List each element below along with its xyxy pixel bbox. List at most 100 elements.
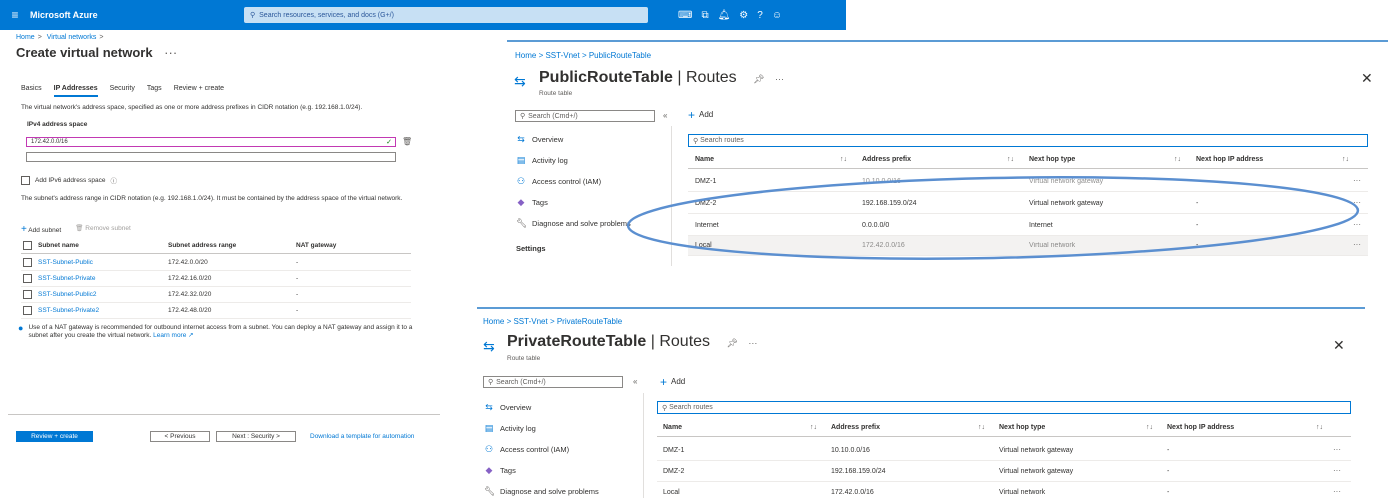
nat-gateway-value: -: [296, 259, 299, 266]
subnet-name-link[interactable]: SST-Subnet-Private: [38, 275, 95, 282]
collapse-menu-icon[interactable]: «: [663, 111, 667, 120]
subnet-name-link[interactable]: SST-Subnet-Private2: [38, 307, 99, 314]
sort-icon[interactable]: ↑↓: [1316, 424, 1323, 431]
address-prefix-column-header[interactable]: Address prefix: [831, 424, 880, 431]
tab-basics[interactable]: Basics: [21, 85, 42, 97]
nav-diagnose[interactable]: 🔧︎ Diagnose and solve problems: [484, 486, 599, 497]
plus-icon: +: [688, 107, 696, 122]
private-rt-title-section: | Routes: [646, 333, 711, 350]
tag-icon: ◆: [485, 465, 493, 475]
tab-tags[interactable]: Tags: [147, 85, 162, 97]
remove-subnet-button[interactable]: 🗑︎ Remove subnet: [75, 224, 131, 235]
panel-top-border: [507, 40, 1388, 42]
sort-icon[interactable]: ↑↓: [1007, 156, 1014, 163]
breadcrumb-private-route-table[interactable]: PrivateRouteTable: [557, 317, 622, 326]
global-search-input[interactable]: ⚲ Search resources, services, and docs (…: [244, 7, 648, 23]
tab-review-create[interactable]: Review + create: [174, 85, 224, 97]
next-hop-type-column-header[interactable]: Next hop type: [1029, 156, 1075, 163]
subnet-name-link[interactable]: SST-Subnet-Public: [38, 259, 93, 266]
more-options-icon[interactable]: ···: [775, 74, 784, 84]
nav-diagnose[interactable]: 🔧︎ Diagnose and solve problems: [516, 218, 631, 229]
next-hop-ip-column-header[interactable]: Next hop IP address: [1196, 156, 1263, 163]
cloud-shell-icon[interactable]: ⌨: [678, 10, 692, 21]
tab-ip-addresses[interactable]: IP Addresses: [53, 85, 98, 97]
row-checkbox[interactable]: [23, 274, 32, 283]
sort-icon[interactable]: ↑↓: [978, 424, 985, 431]
notifications-icon[interactable]: 🔔︎: [718, 10, 731, 21]
nav-overview[interactable]: ⇆ Overview: [484, 402, 531, 413]
hamburger-icon[interactable]: ≡: [0, 8, 30, 22]
nav-activity-log[interactable]: ▤ Activity log: [516, 155, 568, 166]
review-create-button[interactable]: Review + create: [16, 431, 93, 442]
subnet-name-link[interactable]: SST-Subnet-Public2: [38, 291, 97, 298]
add-subnet-button[interactable]: + Add subnet: [21, 224, 61, 235]
previous-button[interactable]: < Previous: [150, 431, 210, 442]
address-prefix-column-header[interactable]: Address prefix: [862, 156, 911, 163]
breadcrumb-sst-vnet[interactable]: SST-Vnet: [545, 51, 579, 60]
sort-icon[interactable]: ↑↓: [810, 424, 817, 431]
breadcrumb-home[interactable]: Home: [515, 51, 536, 60]
pin-icon[interactable]: 📌︎: [753, 74, 764, 84]
select-all-checkbox[interactable]: [23, 241, 32, 250]
remove-subnet-label: Remove subnet: [85, 225, 131, 232]
breadcrumb-home[interactable]: Home: [16, 34, 35, 41]
sort-icon[interactable]: ↑↓: [1146, 424, 1153, 431]
nav-overview[interactable]: ⇆ Overview: [516, 134, 563, 145]
sort-icon[interactable]: ↑↓: [1342, 156, 1349, 163]
next-security-button[interactable]: Next : Security >: [216, 431, 296, 442]
pin-icon[interactable]: 📌︎: [727, 338, 738, 348]
table-row: SST-Subnet-Private 172.42.16.0/20 -: [21, 272, 411, 287]
ipv4-address-input[interactable]: 172.42.0.0/16 ✓: [26, 137, 396, 147]
name-column-header[interactable]: Name: [695, 156, 714, 163]
ipv4-address-input-empty[interactable]: [26, 152, 396, 162]
search-routes-input[interactable]: ⚲ Search routes: [688, 134, 1368, 147]
search-routes-input[interactable]: ⚲ Search routes: [657, 401, 1351, 414]
resource-menu-search-input[interactable]: ⚲ Search (Cmd+/): [483, 376, 623, 388]
table-row[interactable]: DMZ-2 192.168.159.0/24 Virtual network g…: [657, 462, 1351, 482]
next-hop-ip-column-header[interactable]: Next hop IP address: [1167, 424, 1234, 431]
add-route-button[interactable]: + Add: [660, 376, 685, 388]
close-icon[interactable]: ✕: [1333, 337, 1345, 354]
row-more-icon[interactable]: ···: [1333, 445, 1341, 454]
sort-icon[interactable]: ↑↓: [840, 156, 847, 163]
breadcrumb-public-route-table[interactable]: PublicRouteTable: [589, 51, 651, 60]
nav-tags[interactable]: ◆ Tags: [516, 197, 548, 208]
delete-icon[interactable]: 🗑︎: [402, 137, 412, 146]
azure-brand[interactable]: Microsoft Azure: [30, 10, 244, 20]
access-control-icon: ⚇: [484, 444, 494, 454]
add-ipv6-checkbox[interactable]: [21, 175, 30, 185]
more-options-icon[interactable]: ···: [748, 338, 757, 348]
next-hop-type-column-header[interactable]: Next hop type: [999, 424, 1045, 431]
breadcrumb-sst-vnet[interactable]: SST-Vnet: [513, 317, 547, 326]
name-column-header[interactable]: Name: [663, 424, 682, 431]
row-more-icon[interactable]: ···: [1333, 487, 1341, 496]
download-template-link[interactable]: Download a template for automation: [310, 433, 414, 440]
sort-icon[interactable]: ↑↓: [1174, 156, 1181, 163]
subnet-name-header[interactable]: Subnet name: [38, 242, 79, 249]
add-route-button[interactable]: + Add: [688, 107, 713, 122]
row-checkbox[interactable]: [23, 290, 32, 299]
close-icon[interactable]: ✕: [1361, 70, 1373, 87]
directory-icon[interactable]: ⧉: [701, 10, 708, 21]
resource-menu-search-input[interactable]: ⚲ Search (Cmd+/): [515, 110, 655, 122]
table-row[interactable]: Local 172.42.0.0/16 Virtual network - ··…: [657, 483, 1351, 503]
nat-gateway-header[interactable]: NAT gateway: [296, 242, 336, 249]
collapse-menu-icon[interactable]: «: [633, 377, 637, 386]
row-more-icon[interactable]: ···: [1333, 466, 1341, 475]
table-row[interactable]: DMZ-1 10.10.0.0/16 Virtual network gatew…: [657, 441, 1351, 461]
learn-more-link[interactable]: Learn more: [153, 332, 186, 339]
breadcrumb-home[interactable]: Home: [483, 317, 504, 326]
subnet-range-header[interactable]: Subnet address range: [168, 242, 236, 249]
more-options-icon[interactable]: ···: [164, 45, 177, 60]
help-icon[interactable]: ?: [757, 10, 763, 21]
tab-security[interactable]: Security: [110, 85, 135, 97]
settings-icon[interactable]: ⚙: [739, 10, 748, 21]
row-checkbox[interactable]: [23, 258, 32, 267]
nav-activity-log[interactable]: ▤ Activity log: [484, 423, 536, 434]
breadcrumb-virtual-networks[interactable]: Virtual networks: [47, 34, 97, 41]
feedback-icon[interactable]: ☺: [772, 10, 782, 21]
nav-tags[interactable]: ◆ Tags: [484, 465, 516, 476]
nav-access-control[interactable]: ⚇ Access control (IAM): [516, 176, 601, 187]
row-checkbox[interactable]: [23, 306, 32, 315]
nav-access-control[interactable]: ⚇ Access control (IAM): [484, 444, 569, 455]
